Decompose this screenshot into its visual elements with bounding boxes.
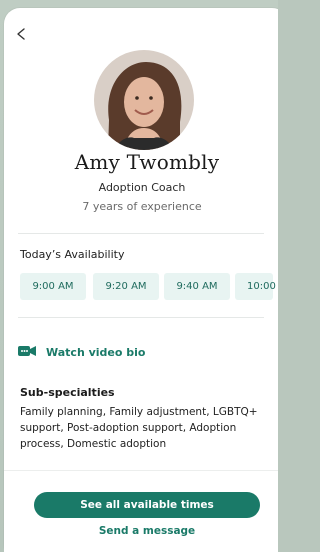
video-bio-label: Watch video bio [46, 345, 146, 359]
time-slot[interactable]: 9:20 AM [93, 273, 159, 300]
coach-experience: 7 years of experience [82, 200, 202, 213]
divider [18, 233, 264, 234]
avatar-photo [94, 50, 194, 150]
video-bio-link[interactable]: Watch video bio [18, 343, 145, 361]
subspecialties-title: Sub-specialties [20, 386, 115, 399]
time-slot[interactable]: 9:40 AM [164, 273, 230, 300]
back-icon[interactable] [15, 27, 29, 41]
video-chat-icon [18, 346, 36, 356]
app-stage: Amy Twombly Adoption Coach 7 years of ex… [0, 0, 278, 552]
divider [18, 317, 264, 318]
subspecialties-list: Family planning, Family adjustment, LGBT… [20, 406, 258, 450]
coach-role: Adoption Coach [98, 181, 186, 194]
see-all-times-button[interactable]: See all available times [34, 492, 260, 518]
time-slot[interactable]: 9:00 AM [20, 273, 86, 300]
availability-title: Today’s Availability [20, 248, 125, 261]
coach-name: Amy Twombly [74, 150, 220, 174]
send-message-link[interactable]: Send a message [34, 525, 260, 537]
time-slot[interactable]: 10:00 A [235, 273, 278, 300]
avatar [94, 50, 194, 150]
